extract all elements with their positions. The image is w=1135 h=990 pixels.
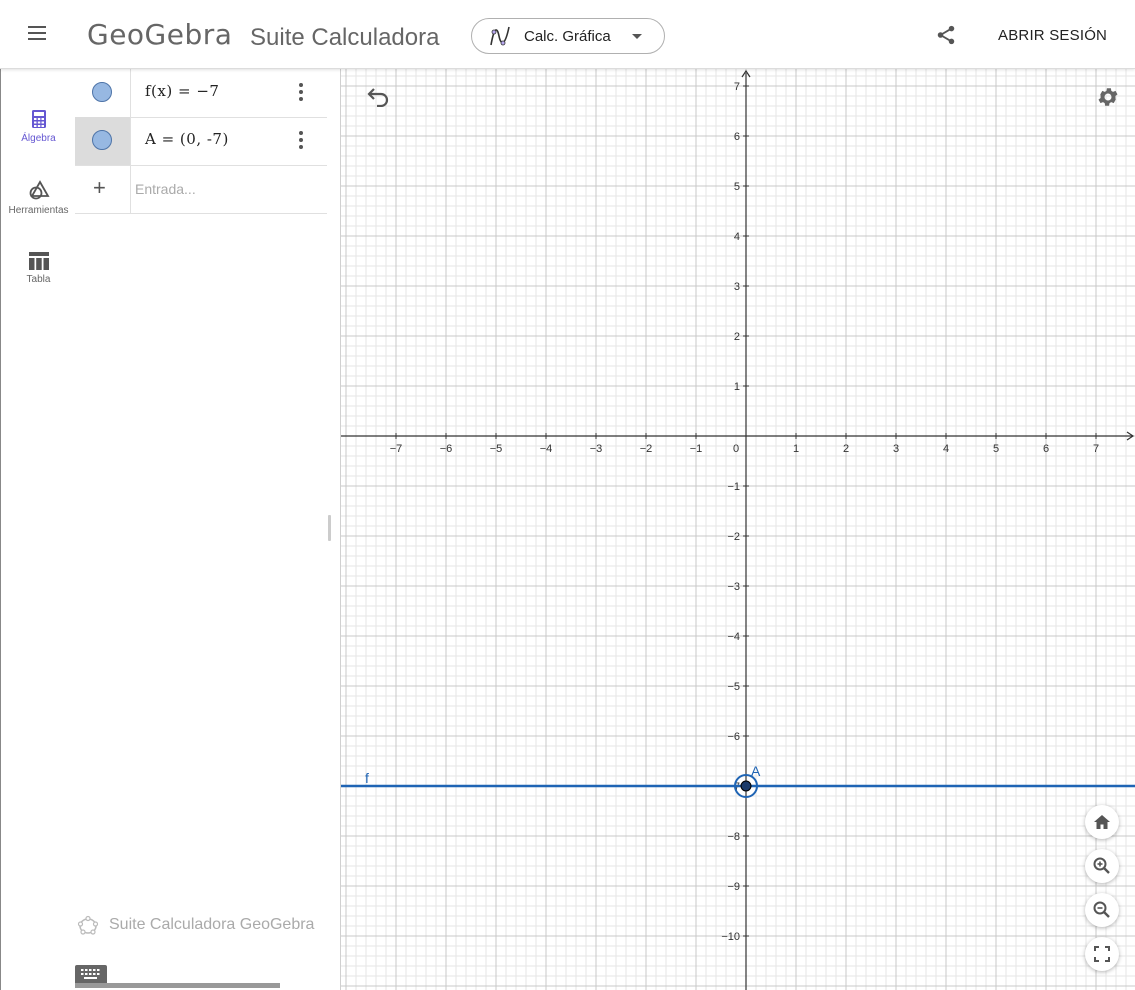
share-icon[interactable]	[935, 24, 957, 46]
side-navigation: Álgebra Herramientas Tabla	[0, 69, 75, 990]
x-tick-label: 5	[993, 443, 999, 455]
panel-splitter[interactable]	[327, 69, 341, 990]
table-icon	[28, 252, 49, 270]
y-tick-label: −2	[727, 531, 740, 543]
algebra-row-function[interactable]: f(x) = −7	[75, 69, 327, 118]
algebra-row-point[interactable]: A = (0, -7)	[75, 117, 327, 166]
y-tick-label: 4	[734, 231, 740, 243]
nav-label-table: Tabla	[26, 274, 51, 285]
more-vert-icon[interactable]	[296, 131, 306, 151]
y-tick-label: −6	[727, 731, 740, 743]
x-tick-label: 4	[943, 443, 949, 455]
undo-icon[interactable]	[365, 85, 391, 107]
x-tick-label: 0	[733, 443, 739, 455]
function-f-label: f	[365, 770, 369, 786]
home-icon	[1094, 815, 1110, 829]
x-tick-label: −3	[590, 443, 603, 455]
brand-footer-label: Suite Calculadora GeoGebra	[109, 916, 315, 933]
fullscreen-icon	[1094, 946, 1110, 962]
y-tick-label: 7	[734, 81, 740, 93]
graphing-app-icon	[490, 26, 510, 46]
keyboard-icon[interactable]	[75, 965, 107, 985]
algebra-panel: f(x) = −7 A = (0, -7) + Suite Calculador…	[75, 69, 327, 988]
point-a-label: A	[751, 763, 761, 779]
zoom-out-icon	[1093, 901, 1110, 918]
nav-item-algebra[interactable]: Álgebra	[1, 109, 76, 144]
y-tick-label: 3	[734, 281, 740, 293]
x-tick-label: −4	[540, 443, 553, 455]
login-button[interactable]: ABRIR SESIÓN	[998, 27, 1107, 44]
graph-canvas[interactable]: −7 −6 −5 −4 −3 −2 −1 0 1 2 3 4 5 6 77654321−1−2−3−4−5−…	[341, 69, 1135, 990]
hamburger-menu-icon[interactable]	[27, 26, 47, 42]
plus-icon[interactable]: +	[93, 177, 106, 199]
suite-title: Suite Calculadora	[250, 24, 440, 51]
y-tick-label: 5	[734, 181, 740, 193]
y-tick-label: −8	[727, 831, 740, 843]
fullscreen-button[interactable]	[1085, 937, 1119, 971]
x-tick-label: −5	[490, 443, 503, 455]
y-tick-label: 2	[734, 331, 740, 343]
graphics-view[interactable]: −7 −6 −5 −4 −3 −2 −1 0 1 2 3 4 5 6 7 7 6 5 4 3 2 1 −1 −2 −3 −4 −5−…	[341, 69, 1135, 990]
algebra-expression[interactable]: f(x) = −7	[145, 82, 219, 100]
more-vert-icon[interactable]	[296, 83, 306, 103]
x-tick-label: −7	[390, 443, 403, 455]
home-button[interactable]	[1085, 805, 1119, 839]
nav-label-algebra: Álgebra	[21, 133, 56, 144]
app-picker-dropdown[interactable]: Calc. Gráfica	[471, 18, 665, 54]
y-tick-label: −4	[727, 631, 740, 643]
x-tick-label: 3	[893, 443, 899, 455]
gear-icon[interactable]	[1096, 85, 1120, 109]
chevron-down-icon	[632, 34, 642, 39]
y-tick-label: −3	[727, 581, 740, 593]
x-tick-label: 1	[793, 443, 799, 455]
marble-cell	[75, 117, 131, 165]
nav-label-tools: Herramientas	[8, 205, 69, 216]
x-tick-label: −6	[440, 443, 453, 455]
y-tick-label: −10	[721, 931, 740, 943]
horizontal-scrollbar[interactable]	[75, 983, 280, 988]
y-tick-label: 1	[734, 381, 740, 393]
marble-cell	[75, 69, 131, 117]
app-header: GeoGebra Suite Calculadora Calc. Gráfica…	[0, 0, 1135, 69]
calculator-icon	[31, 110, 46, 128]
geogebra-logo: GeoGebra	[87, 18, 233, 51]
y-tick-label: −5	[727, 681, 740, 693]
zoom-in-button[interactable]	[1085, 849, 1119, 883]
x-tick-label: −2	[640, 443, 653, 455]
zoom-out-button[interactable]	[1085, 893, 1119, 927]
shapes-icon	[29, 180, 50, 200]
algebra-input[interactable]	[133, 173, 322, 205]
x-tick-label: 2	[843, 443, 849, 455]
y-tick-label: −1	[727, 481, 740, 493]
algebra-expression[interactable]: A = (0, -7)	[145, 130, 229, 148]
geogebra-logo-icon	[77, 915, 99, 935]
marble-cell: +	[75, 165, 131, 213]
zoom-in-icon	[1093, 857, 1110, 874]
point-a	[740, 780, 752, 792]
drag-handle[interactable]	[328, 515, 331, 541]
visibility-toggle[interactable]	[92, 82, 112, 102]
x-tick-label: −1	[690, 443, 703, 455]
x-tick-label: 6	[1043, 443, 1049, 455]
x-tick-label: 7	[1093, 443, 1099, 455]
y-tick-label: −9	[727, 881, 740, 893]
nav-item-tools[interactable]: Herramientas	[1, 179, 76, 216]
nav-item-table[interactable]: Tabla	[1, 252, 76, 285]
y-tick-label: 6	[734, 131, 740, 143]
visibility-toggle[interactable]	[92, 130, 112, 150]
algebra-input-row: +	[75, 165, 327, 214]
app-picker-label: Calc. Gráfica	[524, 28, 611, 45]
